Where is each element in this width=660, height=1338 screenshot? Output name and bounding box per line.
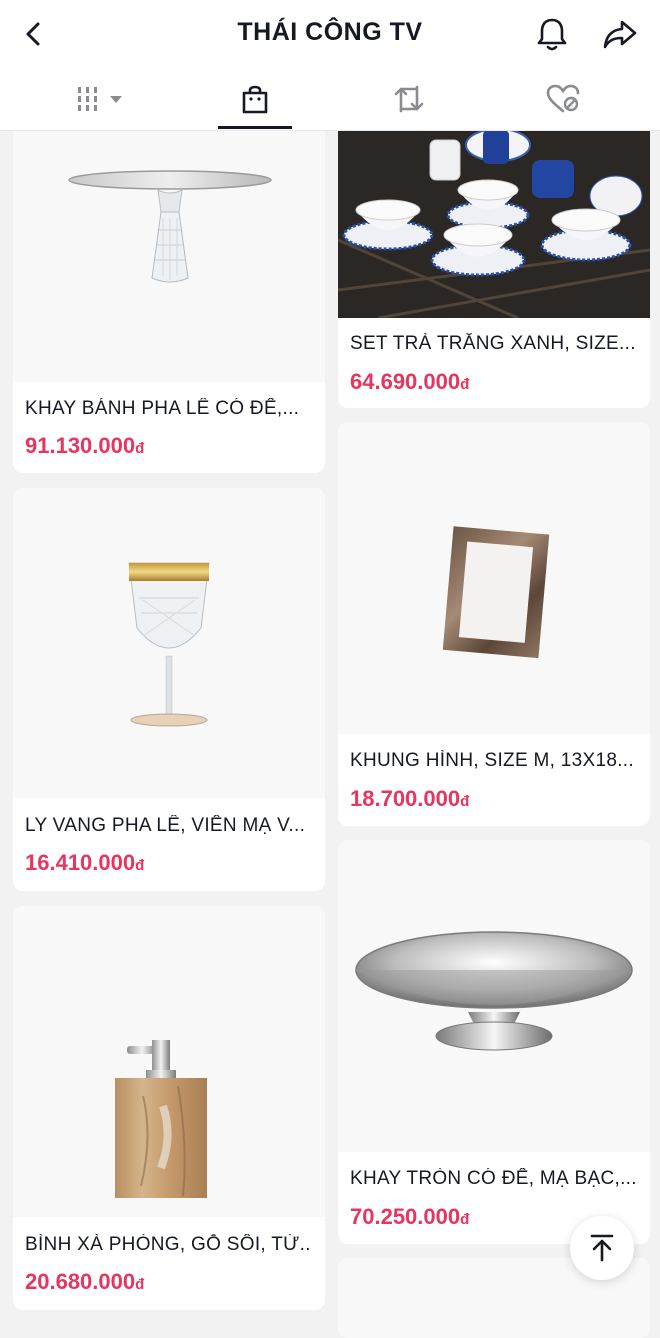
tab-reposts[interactable] <box>354 68 464 130</box>
product-name: KHUNG HÌNH, SIZE M, 13X18... <box>350 750 634 771</box>
product-card[interactable]: LY VANG PHA LÊ, VIỀN MẠ V... 16.410.000đ <box>13 488 325 891</box>
shopping-bag-icon <box>242 85 268 114</box>
product-price: 70.250.000đ <box>350 1204 470 1229</box>
arrow-up-icon <box>590 1234 614 1262</box>
product-image <box>13 488 325 798</box>
profile-header: THÁI CÔNG TV <box>0 0 660 68</box>
product-grid: KHAY BÁNH PHA LÊ CÓ ĐẾ,... 91.130.000đ S… <box>0 0 660 1338</box>
grid-icon <box>78 87 122 111</box>
product-name: KHAY BÁNH PHA LÊ CÓ ĐẾ,... <box>25 398 300 419</box>
repost-icon <box>394 85 424 113</box>
product-image <box>13 100 325 382</box>
product-name: SET TRÀ TRẮNG XANH, SIZE... <box>350 333 636 354</box>
scroll-to-top-button[interactable] <box>570 1216 634 1280</box>
product-price: 64.690.000đ <box>350 369 470 394</box>
share-button[interactable] <box>600 14 640 54</box>
product-image <box>13 906 325 1217</box>
product-card[interactable]: KHAY BÁNH PHA LÊ CÓ ĐẾ,... 91.130.000đ <box>13 100 325 473</box>
profile-tabs <box>0 68 660 131</box>
product-card[interactable]: KHUNG HÌNH, SIZE M, 13X18... 18.700.000đ <box>338 422 650 826</box>
product-image <box>338 840 650 1152</box>
tab-liked[interactable] <box>508 68 618 130</box>
product-price: 16.410.000đ <box>25 850 145 875</box>
product-card[interactable]: KHAY TRÒN CÓ ĐẾ, MẠ BẠC,... 70.250.000đ <box>338 840 650 1244</box>
notifications-button[interactable] <box>532 14 572 54</box>
product-name: BÌNH XÀ PHÒNG, GỖ SỒI, TỪ... <box>25 1234 311 1255</box>
tab-videos[interactable] <box>48 68 158 130</box>
product-card[interactable]: SET TRÀ TRẮNG XANH, SIZE... 64.690.000đ <box>338 100 650 408</box>
product-image <box>338 100 650 320</box>
product-image <box>338 422 650 734</box>
liked-hidden-icon <box>546 84 580 113</box>
product-price: 20.680.000đ <box>25 1269 145 1294</box>
product-price: 91.130.000đ <box>25 433 145 458</box>
product-name: LY VANG PHA LÊ, VIỀN MẠ V... <box>25 815 306 836</box>
bell-icon <box>537 18 567 51</box>
tab-shop[interactable] <box>200 68 310 130</box>
active-tab-indicator <box>218 126 292 129</box>
product-name: KHAY TRÒN CÓ ĐẾ, MẠ BẠC,... <box>350 1168 636 1189</box>
share-icon <box>603 20 637 49</box>
product-card[interactable]: BÌNH XÀ PHÒNG, GỖ SỒI, TỪ... 20.680.000đ <box>13 906 325 1310</box>
product-price: 18.700.000đ <box>350 786 470 811</box>
